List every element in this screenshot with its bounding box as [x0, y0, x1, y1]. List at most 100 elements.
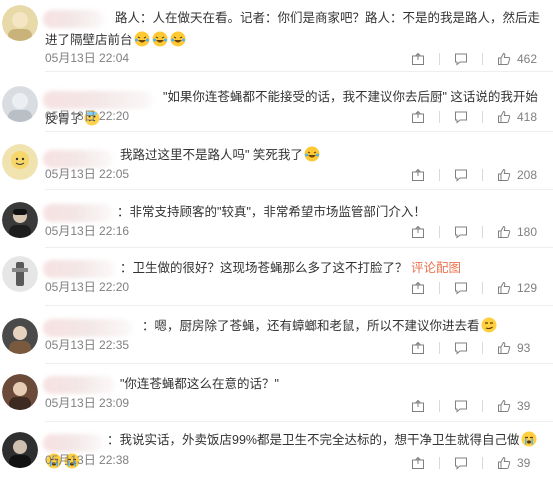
comment-time: 05月13日 23:09 — [45, 396, 130, 410]
share-icon[interactable] — [411, 168, 425, 182]
like-count: 39 — [517, 456, 531, 470]
comment-text: 我路过这里不是路人吗" 笑死我了 — [45, 144, 543, 166]
comment-actions: 462 — [411, 51, 539, 67]
comment-time: 05月13日 22:04 — [45, 51, 130, 65]
avatar[interactable] — [2, 86, 38, 122]
reply-icon[interactable] — [454, 281, 468, 295]
avatar[interactable] — [2, 318, 38, 354]
like-icon[interactable] — [497, 168, 511, 182]
comment-text: 路人：人在做天在看。记者：你们是商家吧？路人：不是的我是路人，然后走进了隔壁店前… — [45, 7, 543, 51]
divider — [482, 282, 483, 294]
like-count: 39 — [517, 399, 531, 413]
comment-item: "你连苍蝇都这么在意的话？" 05月13日 23:09 39 — [0, 364, 553, 422]
divider — [439, 111, 440, 123]
like-icon[interactable] — [497, 225, 511, 239]
reply-icon[interactable] — [454, 52, 468, 66]
like-icon[interactable] — [497, 399, 511, 413]
share-icon[interactable] — [411, 341, 425, 355]
like-icon[interactable] — [497, 281, 511, 295]
divider — [439, 400, 440, 412]
reply-icon[interactable] — [454, 110, 468, 124]
like-count: 418 — [517, 110, 538, 124]
comment-item: 我路过这里不是路人吗" 笑死我了 05月13日 22:05 208 — [0, 132, 553, 190]
share-icon[interactable] — [411, 225, 425, 239]
comment-time: 05月13日 22:16 — [45, 224, 130, 238]
like-count: 129 — [517, 281, 538, 295]
view-image-link[interactable]: 评论配图 — [411, 261, 461, 275]
comment-item: 路人：人在做天在看。记者：你们是商家吧？路人：不是的我是路人，然后走进了隔壁店前… — [0, 0, 553, 72]
divider — [482, 169, 483, 181]
like-count: 93 — [517, 341, 531, 355]
comment-item: ：我说实话，外卖饭店99%都是卫生不完全达标的，想干净卫生就得自己做 05月13… — [0, 422, 553, 477]
divider — [439, 226, 440, 238]
comment-actions: 39 — [411, 455, 539, 471]
comment-text: ：嗯，厨房除了苍蝇，还有蟑螂和老鼠，所以不建议你进去看 — [45, 315, 543, 337]
avatar[interactable] — [2, 202, 38, 238]
comment-body: ：非常支持顾客的"较真"，非常希望市场监管部门介入！ — [117, 205, 426, 219]
comment-time: 05月13日 22:05 — [45, 167, 130, 181]
comment-actions: 129 — [411, 280, 539, 296]
comment-body: 路人：人在做天在看。记者：你们是商家吧？路人：不是的我是路人，然后走进了隔壁店前… — [45, 11, 541, 47]
share-icon[interactable] — [411, 52, 425, 66]
comment-text: ：卫生做的很好？这现场苍蝇那么多了这不打脸了？ 评论配图 — [45, 257, 543, 279]
divider — [439, 169, 440, 181]
comment-body: ：卫生做的很好？这现场苍蝇那么多了这不打脸了？ — [120, 261, 408, 275]
like-icon[interactable] — [497, 110, 511, 124]
divider — [482, 342, 483, 354]
share-icon[interactable] — [411, 456, 425, 470]
comment-body: 我路过这里不是路人吗" 笑死我了 — [120, 148, 303, 162]
comment-time: 05月13日 22:20 — [45, 109, 130, 123]
comment-body: ：我说实话，外卖饭店99%都是卫生不完全达标的，想干净卫生就得自己做 — [107, 433, 520, 447]
reply-icon[interactable] — [454, 341, 468, 355]
comment-actions: 39 — [411, 398, 539, 414]
share-icon[interactable] — [411, 110, 425, 124]
divider — [439, 457, 440, 469]
divider — [439, 282, 440, 294]
reply-icon[interactable] — [454, 168, 468, 182]
divider — [482, 457, 483, 469]
divider — [482, 226, 483, 238]
reply-icon[interactable] — [454, 456, 468, 470]
avatar[interactable] — [2, 256, 38, 292]
divider — [439, 53, 440, 65]
like-count: 462 — [517, 52, 538, 66]
divider — [482, 400, 483, 412]
share-icon[interactable] — [411, 399, 425, 413]
avatar[interactable] — [2, 374, 38, 410]
comment-item: ：非常支持顾客的"较真"，非常希望市场监管部门介入！ 05月13日 22:16 … — [0, 190, 553, 248]
comment-item: "如果你连苍蝇都不能接受的话，我不建议你去后厨" 这话说的我开始反胃了 05月1… — [0, 72, 553, 132]
comment-text: "你连苍蝇都这么在意的话？" — [45, 373, 543, 395]
comment-time: 05月13日 22:35 — [45, 338, 130, 352]
share-icon[interactable] — [411, 281, 425, 295]
laughing-crying-emoji-icon — [170, 31, 186, 47]
crying-emoji-icon — [521, 431, 537, 447]
comment-actions: 208 — [411, 167, 539, 183]
divider — [439, 342, 440, 354]
like-icon[interactable] — [497, 341, 511, 355]
comment-actions: 418 — [411, 109, 539, 125]
comment-item: ：嗯，厨房除了苍蝇，还有蟑螂和老鼠，所以不建议你进去看 05月13日 22:35… — [0, 306, 553, 364]
like-icon[interactable] — [497, 456, 511, 470]
reply-icon[interactable] — [454, 225, 468, 239]
comment-time: 05月13日 22:20 — [45, 280, 130, 294]
avatar[interactable] — [2, 5, 38, 41]
laughing-crying-emoji-icon — [134, 31, 150, 47]
comment-list: 路人：人在做天在看。记者：你们是商家吧？路人：不是的我是路人，然后走进了隔壁店前… — [0, 0, 553, 477]
comment-body: "你连苍蝇都这么在意的话？" — [120, 377, 279, 391]
divider — [482, 111, 483, 123]
comment-body: ：嗯，厨房除了苍蝇，还有蟑螂和老鼠，所以不建议你进去看 — [142, 319, 480, 333]
reply-icon[interactable] — [454, 399, 468, 413]
avatar[interactable] — [2, 144, 38, 180]
divider — [482, 53, 483, 65]
comment-time: 05月13日 22:38 — [45, 453, 130, 467]
comment-item: ：卫生做的很好？这现场苍蝇那么多了这不打脸了？ 评论配图 05月13日 22:2… — [0, 248, 553, 306]
like-count: 208 — [517, 168, 538, 182]
smirk-emoji-icon — [481, 317, 497, 333]
laughing-crying-emoji-icon — [152, 31, 168, 47]
comment-text: ：非常支持顾客的"较真"，非常希望市场监管部门介入！ — [45, 201, 543, 223]
like-count: 180 — [517, 225, 538, 239]
like-icon[interactable] — [497, 52, 511, 66]
laughing-crying-emoji-icon — [304, 146, 320, 162]
avatar[interactable] — [2, 432, 38, 468]
comment-actions: 180 — [411, 224, 539, 240]
